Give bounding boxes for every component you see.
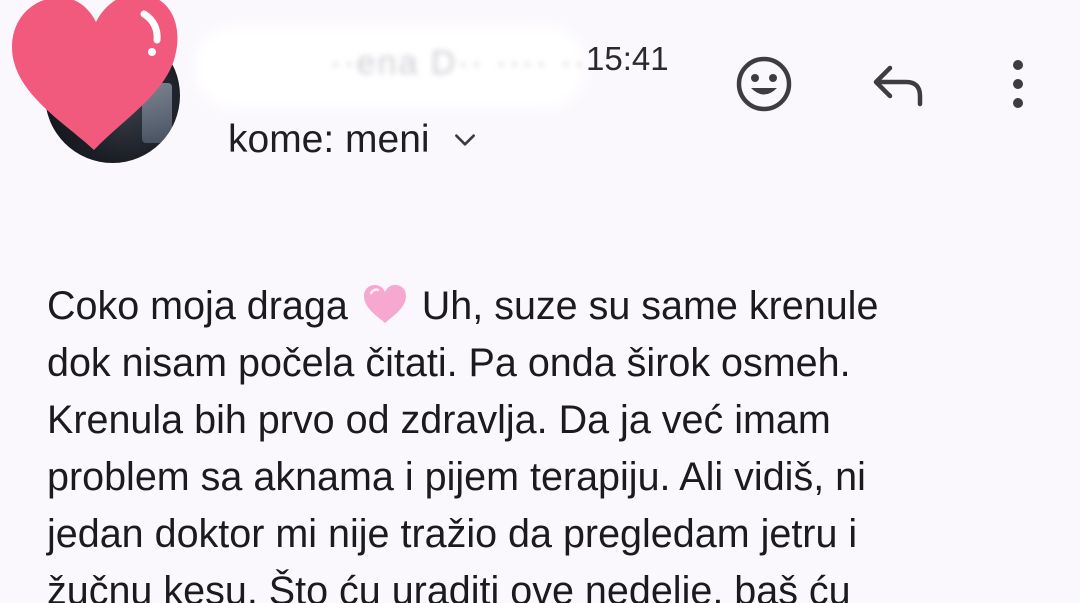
- recipient-label: kome: meni: [228, 118, 430, 161]
- reply-button[interactable]: [866, 52, 930, 116]
- more-options-button[interactable]: [986, 52, 1050, 116]
- chevron-down-icon: [454, 134, 475, 146]
- add-reaction-button[interactable]: [732, 52, 796, 116]
- more-vert-icon: [1013, 60, 1023, 108]
- heart-sticker-icon: [12, 0, 178, 150]
- pink-heart-emoji: [363, 285, 406, 323]
- message-text-rest: dok nisam počela čitati. Pa onda širok o…: [47, 341, 866, 603]
- recipient-toggle[interactable]: kome: meni: [228, 118, 478, 162]
- emoji-icon: [736, 56, 792, 112]
- reply-icon: [873, 65, 923, 107]
- message-body: Coko moja draga Uh, suze su same krenule…: [47, 278, 1057, 603]
- message-time: 15:41: [586, 40, 669, 77]
- message-text-start: Coko moja draga: [47, 284, 359, 328]
- message-text-line1-end: Uh, suze su same krenule: [410, 284, 879, 328]
- sender-name: ··ena D·· ···· ··: [330, 44, 587, 82]
